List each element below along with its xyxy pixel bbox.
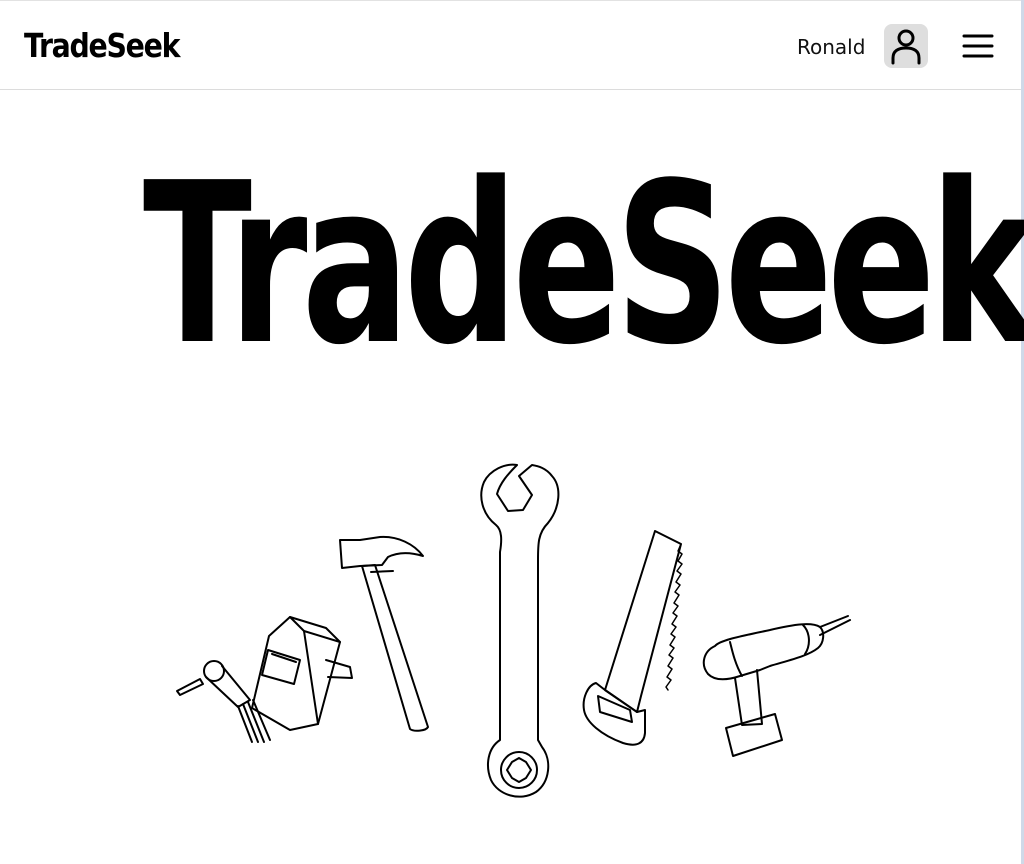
drill-icon bbox=[702, 615, 851, 757]
tools-illustration bbox=[176, 463, 851, 798]
avatar-button[interactable] bbox=[884, 24, 928, 68]
wrench-icon bbox=[480, 463, 560, 798]
menu-button[interactable] bbox=[958, 30, 998, 62]
hammer-icon bbox=[339, 535, 429, 732]
welder-icon bbox=[176, 616, 353, 743]
user-name: Ronald bbox=[797, 35, 866, 59]
brand-logo-link[interactable]: TradeSeek bbox=[24, 24, 180, 68]
hero-title: TradeSeek bbox=[142, 136, 1024, 394]
hamburger-menu-icon bbox=[962, 34, 994, 58]
saw-icon bbox=[582, 530, 683, 746]
top-navbar: TradeSeek Ronald bbox=[0, 0, 1021, 90]
user-icon bbox=[891, 29, 921, 65]
